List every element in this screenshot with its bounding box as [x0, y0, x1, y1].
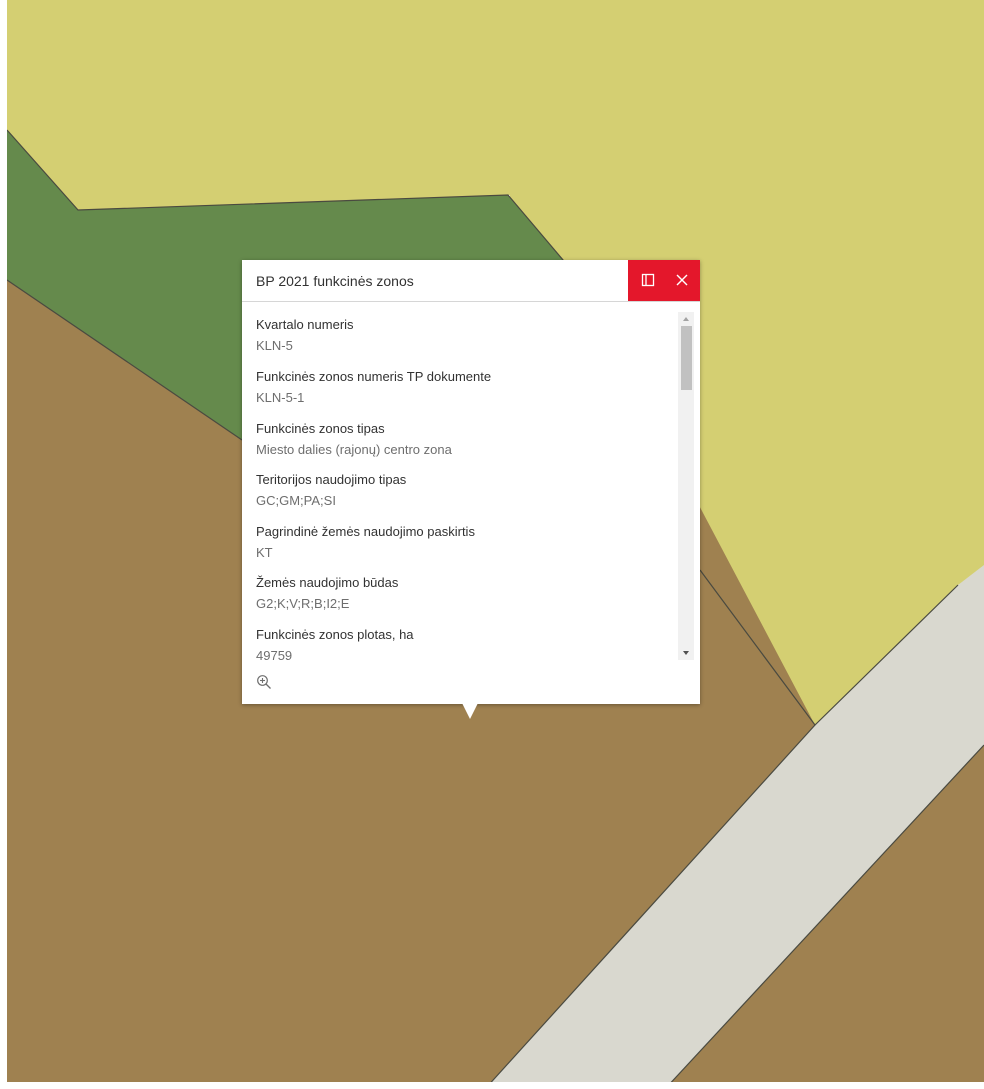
field-paskirtis: Pagrindinė žemės naudojimo paskirtis KT — [256, 524, 676, 561]
field-label: Funkcinės zonos plotas, ha — [256, 627, 414, 642]
arrow-down-icon — [683, 651, 689, 655]
popup-actions — [628, 260, 700, 301]
field-label: Kvartalo numeris — [256, 317, 354, 332]
field-plotas: Funkcinės zonos plotas, ha 49759 — [256, 627, 676, 662]
zoom-to-button[interactable] — [256, 674, 276, 694]
field-value: G2;K;V;R;B;I2;E — [256, 596, 350, 611]
arrow-up-icon — [683, 317, 689, 321]
field-label: Pagrindinė žemės naudojimo paskirtis — [256, 524, 475, 539]
field-kvartalo-numeris: Kvartalo numeris KLN-5 — [256, 317, 676, 354]
close-button[interactable] — [664, 260, 700, 301]
popup-header: BP 2021 funkcinės zonos — [242, 260, 700, 302]
popup-pointer — [462, 703, 478, 719]
field-label: Teritorijos naudojimo tipas — [256, 472, 407, 487]
field-label: Žemės naudojimo būdas — [256, 575, 399, 590]
dock-button[interactable] — [630, 260, 666, 301]
field-label: Funkcinės zonos numeris TP dokumente — [256, 369, 492, 384]
field-naudojimo-tipas: Teritorijos naudojimo tipas GC;GM;PA;SI — [256, 472, 676, 509]
popup-title: BP 2021 funkcinės zonos — [256, 273, 414, 289]
field-value: 49759 — [256, 648, 293, 662]
field-value: KT — [256, 545, 273, 560]
field-value: KLN-5-1 — [256, 390, 305, 405]
field-naudojimo-budas: Žemės naudojimo būdas G2;K;V;R;B;I2;E — [256, 575, 676, 612]
map-border-bottom — [0, 1082, 984, 1089]
scroll-down-button[interactable] — [678, 646, 694, 660]
feature-popup: BP 2021 funkcinės zonos Kvartalo numeris… — [242, 260, 700, 704]
dock-icon — [641, 273, 655, 287]
scroll-thumb[interactable] — [681, 326, 692, 390]
field-value: GC;GM;PA;SI — [256, 493, 336, 508]
popup-scrollbar[interactable] — [678, 312, 694, 660]
popup-content[interactable]: Kvartalo numeris KLN-5 Funkcinės zonos n… — [242, 302, 700, 662]
field-zonos-numeris: Funkcinės zonos numeris TP dokumente KLN… — [256, 369, 676, 406]
field-value: KLN-5 — [256, 338, 293, 353]
zoom-in-icon — [257, 675, 271, 689]
field-label: Funkcinės zonos tipas — [256, 421, 385, 436]
map-border-left — [0, 0, 7, 1089]
popup-footer — [242, 664, 700, 704]
field-zonos-tipas: Funkcinės zonos tipas Miesto dalies (raj… — [256, 421, 676, 458]
field-value: Miesto dalies (rajonų) centro zona — [256, 442, 452, 457]
close-icon — [676, 274, 688, 286]
scroll-up-button[interactable] — [678, 312, 694, 326]
